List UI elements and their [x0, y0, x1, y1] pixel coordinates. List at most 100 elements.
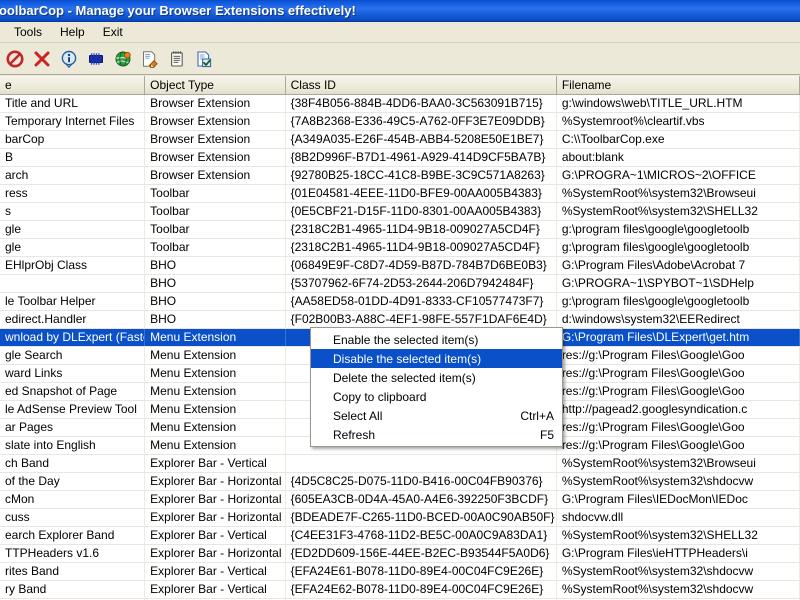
column-header-clsid[interactable]: Class ID: [285, 76, 557, 94]
context-menu-item[interactable]: Enable the selected item(s): [311, 330, 562, 349]
cell-type: Browser Extension: [145, 95, 286, 112]
cell-clsid: {4D5C8C25-D075-11D0-B416-00C04FB90376}: [286, 473, 557, 490]
table-row[interactable]: s Toolbar {0E5CBF21-D15F-11D0-8301-00AA005…: [0, 203, 800, 221]
cell-type: Explorer Bar - Horizontal: [145, 545, 286, 562]
notepad-icon: [168, 50, 186, 68]
cell-filename: %SystemRoot%\system32\SHELL32: [557, 203, 800, 220]
cell-clsid: {0E5CBF21-D15F-11D0-8301-00AA005B4383}: [286, 203, 557, 220]
cell-name: gle: [0, 221, 146, 238]
table-row[interactable]: gle Toolbar {2318C2B1-4965-11D4-9B18-00902…: [0, 239, 800, 257]
context-menu-item[interactable]: Refresh F5: [311, 425, 562, 444]
menu-item-tools[interactable]: Tools: [6, 23, 50, 41]
cell-clsid: {06849E9F-C8D7-4D59-B87D-784B7D6BE0B3}: [286, 257, 557, 274]
cell-type: Toolbar: [145, 221, 286, 238]
cell-type: BHO: [145, 275, 286, 292]
context-menu-item[interactable]: Select All Ctrl+A: [311, 406, 562, 425]
context-menu-item-label: Refresh: [333, 427, 376, 442]
properties-button[interactable]: [83, 46, 109, 72]
cell-filename: g:\program files\google\googletoolb: [557, 221, 800, 238]
table-row[interactable]: le Toolbar Helper BHO {AA58ED58-01DD-4D91-…: [0, 293, 800, 311]
cell-type: Browser Extension: [145, 149, 286, 166]
column-header-name[interactable]: e: [0, 76, 146, 94]
cell-clsid: {92780B25-18CC-41C8-B9BE-3C9C571A8263}: [286, 167, 557, 184]
table-row[interactable]: ress Toolbar {01E04581-4EEE-11D0-BFE9-00AA…: [0, 185, 800, 203]
cell-clsid: {F02B00B3-A88C-4EF1-98FE-557F1DAF6E4D}: [286, 311, 557, 328]
context-menu-item[interactable]: Copy to clipboard: [311, 387, 562, 406]
cell-clsid: {38F4B056-884B-4DD6-BAA0-3C563091B715}: [286, 95, 557, 112]
table-row[interactable]: Title and URL Browser Extension {38F4B056-…: [0, 95, 800, 113]
cell-type: Toolbar: [145, 185, 286, 202]
cell-type: BHO: [145, 311, 286, 328]
internet-options-button[interactable]: [110, 46, 136, 72]
cell-name: ch Band: [0, 455, 146, 472]
context-menu-item[interactable]: Disable the selected item(s): [311, 349, 562, 368]
cell-type: Menu Extension: [145, 347, 286, 364]
table-row[interactable]: gle Toolbar {2318C2B1-4965-11D4-9B18-00902…: [0, 221, 800, 239]
cell-filename: about:blank: [557, 149, 800, 166]
cell-name: ward Links: [0, 365, 146, 382]
table-row[interactable]: earch Explorer Band Explorer Bar - Vertic…: [0, 527, 800, 545]
menu-item-help[interactable]: Help: [52, 23, 93, 41]
cell-name: s: [0, 203, 146, 220]
menu-item-exit[interactable]: Exit: [95, 23, 131, 41]
table-row[interactable]: BHO {53707962-6F74-2D53-2644-206D7942484F…: [0, 275, 800, 293]
info-button[interactable]: [56, 46, 82, 72]
table-row[interactable]: TTPHeaders v1.6 Explorer Bar - Horizontal…: [0, 545, 800, 563]
cell-filename: res://g:\Program Files\Google\Goo: [557, 419, 800, 436]
context-menu-item-label: Disable the selected item(s): [333, 351, 482, 366]
cell-type: Explorer Bar - Vertical: [145, 563, 286, 580]
checked-doc-icon: [195, 50, 213, 68]
table-row[interactable]: cMon Explorer Bar - Horizontal {605EA3CB-0…: [0, 491, 800, 509]
context-menu[interactable]: Enable the selected item(s) Disable the s…: [310, 327, 563, 447]
delete-button[interactable]: [29, 46, 55, 72]
table-row[interactable]: cuss Explorer Bar - Horizontal {BDEADE7F-C…: [0, 509, 800, 527]
cell-name: gle Search: [0, 347, 146, 364]
cell-filename: res://g:\Program Files\Google\Goo: [557, 347, 800, 364]
cell-filename: shdocvw.dll: [557, 509, 800, 526]
chip-icon: [87, 50, 105, 68]
cell-clsid: {AA58ED58-01DD-4D91-8333-CF10577473F7}: [286, 293, 557, 310]
table-row[interactable]: ry Band Explorer Bar - Vertical {EFA24E62-…: [0, 581, 800, 599]
cell-clsid: {BDEADE7F-C265-11D0-BCED-00A0C90AB50F}: [286, 509, 557, 526]
cell-filename: G:\Program Files\DLExpert\get.htm: [557, 329, 800, 346]
table-row[interactable]: EHlprObj Class BHO {06849E9F-C8D7-4D59-B87…: [0, 257, 800, 275]
table-row[interactable]: Temporary Internet Files Browser Extensio…: [0, 113, 800, 131]
cell-type: Menu Extension: [145, 437, 286, 454]
column-header-type[interactable]: Object Type: [145, 76, 286, 94]
disable-button[interactable]: [2, 46, 28, 72]
info-icon: [60, 50, 78, 68]
export-button[interactable]: [137, 46, 163, 72]
table-row[interactable]: ch Band Explorer Bar - Vertical %SystemRoo…: [0, 455, 800, 473]
cell-clsid: {A349A035-E26F-454B-ABB4-5208E50E1BE7}: [286, 131, 557, 148]
table-row[interactable]: rites Band Explorer Bar - Vertical {EFA24E…: [0, 563, 800, 581]
context-menu-item-label: Copy to clipboard: [333, 389, 427, 404]
cell-name: ress: [0, 185, 146, 202]
cell-filename: res://g:\Program Files\Google\Goo: [557, 437, 800, 454]
cell-type: Explorer Bar - Vertical: [145, 581, 286, 598]
cell-type: Menu Extension: [145, 365, 286, 382]
report-button[interactable]: [164, 46, 190, 72]
cell-type: Explorer Bar - Vertical: [145, 455, 286, 472]
cell-type: Menu Extension: [145, 329, 286, 346]
table-row[interactable]: arch Browser Extension {92780B25-18CC-41C8…: [0, 167, 800, 185]
verify-button[interactable]: [191, 46, 217, 72]
cell-name: ry Band: [0, 581, 146, 598]
title-bar: ToolbarCop - Manage your Browser Extensi…: [0, 0, 800, 22]
toolbar: [0, 43, 800, 75]
table-row[interactable]: B Browser Extension {8B2D996F-B7D1-4961-A9…: [0, 149, 800, 167]
table-row[interactable]: barCop Browser Extension {A349A035-E26F-45…: [0, 131, 800, 149]
cell-clsid: {01E04581-4EEE-11D0-BFE9-00AA005B4383}: [286, 185, 557, 202]
cell-filename: %SystemRoot%\system32\Browseui: [557, 185, 800, 202]
cell-filename: G:\Program Files\ieHTTPHeaders\i: [557, 545, 800, 562]
table-row[interactable]: of the Day Explorer Bar - Horizontal {4D5C…: [0, 473, 800, 491]
context-menu-item[interactable]: Delete the selected item(s): [311, 368, 562, 387]
context-menu-item-label: Delete the selected item(s): [333, 370, 476, 385]
cell-clsid: {2318C2B1-4965-11D4-9B18-009027A5CD4F}: [286, 221, 557, 238]
cell-name: EHlprObj Class: [0, 257, 146, 274]
cell-name: earch Explorer Band: [0, 527, 146, 544]
column-header-filename[interactable]: Filename: [556, 76, 800, 94]
cell-type: Toolbar: [145, 203, 286, 220]
cell-filename: G:\Program Files\Adobe\Acrobat 7: [557, 257, 800, 274]
cell-name: slate into English: [0, 437, 146, 454]
cell-clsid: {605EA3CB-0D4A-45A0-A4E6-392250F3BCDF}: [286, 491, 557, 508]
